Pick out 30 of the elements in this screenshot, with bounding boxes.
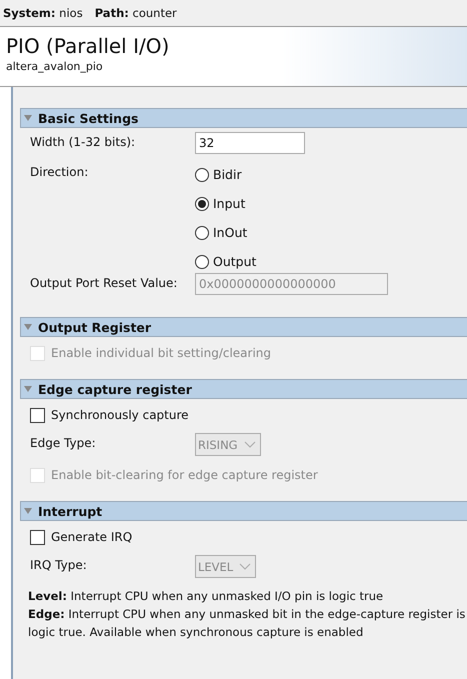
radio-icon[interactable]: [195, 254, 209, 268]
radio-option[interactable]: Input: [195, 196, 256, 211]
checkbox-option[interactable]: Synchronously capture: [30, 403, 467, 427]
radio-icon[interactable]: [195, 168, 209, 182]
section-header[interactable]: Edge capture register: [20, 379, 467, 399]
breadcrumb-text: System: nios: [3, 6, 83, 20]
radio-icon[interactable]: [195, 226, 209, 240]
field-label: Output Port Reset Value:: [30, 275, 178, 290]
help-text: Edge: Interrupt CPU when any unmasked bit in the edge-capture register is logic true. Available when synchronous capture is enabled: [28, 606, 466, 641]
field-label: IRQ Type:: [30, 557, 88, 572]
help-text: Level: Interrupt CPU when any unmasked I/O pin is logic true: [28, 588, 384, 605]
breadcrumb-text: Path: counter: [94, 6, 177, 20]
checkbox[interactable]: [30, 408, 45, 422]
field-label: Edge Type:: [30, 435, 97, 450]
component-title: PIO (Parallel I/O): [6, 33, 170, 59]
radio-option[interactable]: Bidir: [195, 167, 256, 182]
section-header[interactable]: Output Register: [20, 317, 467, 337]
section-header[interactable]: Interrupt: [20, 501, 467, 521]
chevron-down-icon: [239, 562, 252, 570]
input-field[interactable]: 32: [195, 132, 305, 154]
radio-option[interactable]: InOut: [195, 225, 256, 240]
checkbox-option[interactable]: Generate IRQ: [30, 525, 467, 549]
checkbox[interactable]: [30, 530, 45, 544]
radio-icon[interactable]: [195, 196, 209, 210]
field-label: Direction:: [30, 164, 90, 179]
chevron-down-icon: [244, 440, 256, 448]
section-header[interactable]: Basic Settings: [20, 108, 467, 128]
field-label: Width (1-32 bits):: [30, 134, 136, 149]
radio-option[interactable]: Output: [195, 254, 256, 269]
component-subtitle: altera_avalon_pio: [6, 60, 103, 73]
